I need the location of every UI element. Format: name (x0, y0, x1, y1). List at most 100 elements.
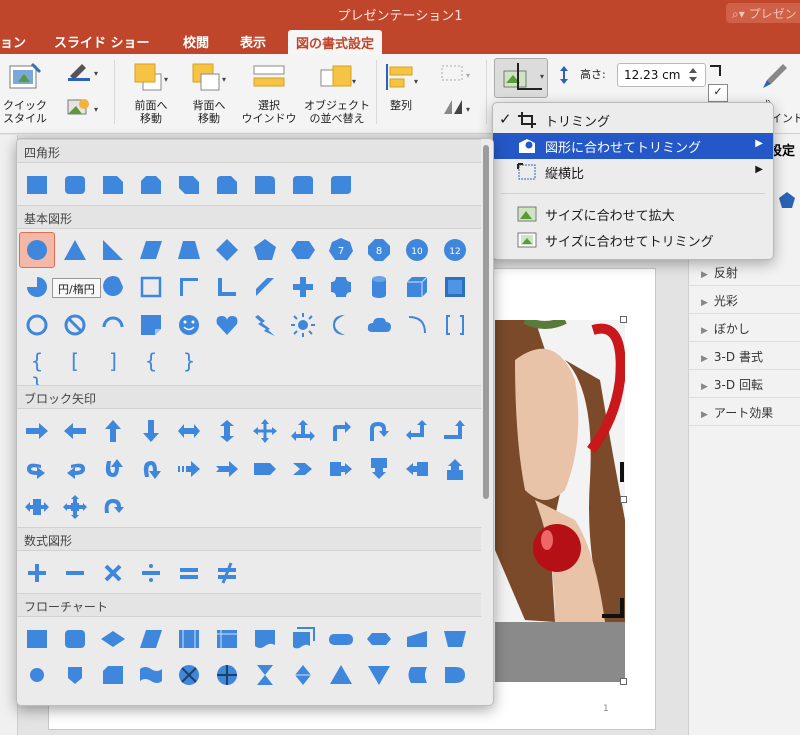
flowchart-alternate-process-shape-icon[interactable] (61, 625, 89, 653)
resize-handle[interactable] (620, 496, 627, 503)
heptagon-shape-icon[interactable]: 7 (327, 236, 355, 264)
selection-pane-button[interactable]: 選択 ウインドウ (238, 62, 300, 125)
flowchart-multidocument-shape-icon[interactable] (289, 625, 317, 653)
flowchart-predefined-process-shape-icon[interactable] (175, 625, 203, 653)
flowchart-document-shape-icon[interactable] (251, 625, 279, 653)
flowchart-manual-input-shape-icon[interactable] (403, 625, 431, 653)
border-color-button[interactable]: ▾ (62, 60, 102, 85)
flowchart-or-shape-icon[interactable] (213, 661, 241, 689)
crop-handle[interactable] (620, 462, 624, 482)
bent-up-arrow-shape-icon[interactable] (441, 417, 469, 445)
diamond-shape-icon[interactable] (213, 236, 241, 264)
right-arrow-shape-icon[interactable] (23, 417, 51, 445)
tab-slide-show[interactable]: スライド ショー (54, 32, 150, 51)
curved-left-arrow-shape-icon[interactable] (61, 455, 89, 483)
trapezoid-shape-icon[interactable] (175, 236, 203, 264)
plus-shape-icon[interactable] (289, 273, 317, 301)
flowchart-manual-operation-shape-icon[interactable] (441, 625, 469, 653)
sun-shape-icon[interactable] (289, 311, 317, 339)
flowchart-preparation-shape-icon[interactable] (365, 625, 393, 653)
parallelogram-shape-icon[interactable] (137, 236, 165, 264)
left-arrow-callout-shape-icon[interactable] (403, 455, 431, 483)
chord-shape-icon[interactable] (99, 273, 127, 301)
pentagon-effects-icon[interactable] (777, 190, 797, 210)
math-equal-shape-icon[interactable] (175, 559, 203, 587)
can-shape-icon[interactable] (365, 273, 393, 301)
tab-view[interactable]: 表示 (240, 32, 266, 51)
left-bracket-shape-icon[interactable]: [ (61, 349, 89, 377)
quad-arrow-shape-icon[interactable] (251, 417, 279, 445)
align-button[interactable]: ▾ 整列 (380, 62, 422, 112)
pentagon-shape-icon[interactable] (251, 236, 279, 264)
quad-arrow-callout-shape-icon[interactable] (61, 493, 89, 521)
snip-corner-rectangle-shape-icon[interactable] (99, 171, 127, 199)
gallery-scrollbar[interactable] (483, 145, 489, 499)
left-brace-shape-icon[interactable]: { (137, 349, 165, 377)
resize-handle[interactable] (620, 316, 627, 323)
menu-item-crop[interactable]: ✓ トリミング (493, 107, 773, 133)
format-item-3d-format[interactable]: ▶ 3-D 書式 (689, 342, 800, 370)
hexagon-shape-icon[interactable] (289, 236, 317, 264)
flowchart-internal-storage-shape-icon[interactable] (213, 625, 241, 653)
down-arrow-shape-icon[interactable] (137, 417, 165, 445)
math-not-equal-shape-icon[interactable] (213, 559, 241, 587)
flowchart-decision-shape-icon[interactable] (99, 625, 127, 653)
flowchart-merge-shape-icon[interactable] (365, 661, 393, 689)
diagonal-stripe-shape-icon[interactable] (251, 273, 279, 301)
reorder-objects-button[interactable]: ▾ オブジェクト の並べ替え (300, 62, 374, 125)
rectangle-shape-icon[interactable] (23, 171, 51, 199)
right-bracket-shape-icon[interactable]: ] (99, 349, 127, 377)
selected-picture[interactable] (495, 320, 625, 682)
oval-shape-icon[interactable] (19, 232, 55, 268)
flowchart-data-shape-icon[interactable] (137, 625, 165, 653)
heart-shape-icon[interactable] (213, 311, 241, 339)
size-launcher-icon[interactable] (707, 64, 723, 81)
menu-item-fit[interactable]: サイズに合わせてトリミング (493, 227, 773, 253)
circular-arrow-shape-icon[interactable] (99, 493, 127, 521)
search-field[interactable]: ⌕▾ プレゼン (726, 3, 800, 23)
notched-right-arrow-shape-icon[interactable] (213, 455, 241, 483)
tab-review[interactable]: 校閲 (183, 32, 209, 51)
snip-diagonal-rectangle-shape-icon[interactable] (175, 171, 203, 199)
menu-item-fill[interactable]: サイズに合わせて拡大 (493, 201, 773, 227)
flowchart-terminator-shape-icon[interactable] (327, 625, 355, 653)
triangle-shape-icon[interactable] (61, 236, 89, 264)
round-diagonal-rectangle-shape-icon[interactable] (327, 171, 355, 199)
crop-corner-handle[interactable] (602, 598, 624, 618)
snip-same-side-rectangle-shape-icon[interactable] (137, 171, 165, 199)
bent-arrow-shape-icon[interactable] (327, 417, 355, 445)
flowchart-card-shape-icon[interactable] (99, 661, 127, 689)
l-shape-icon[interactable] (213, 273, 241, 301)
math-minus-shape-icon[interactable] (61, 559, 89, 587)
bevel-shape-icon[interactable] (441, 273, 469, 301)
decagon-shape-icon[interactable]: 10 (403, 236, 431, 264)
arc-shape-icon[interactable] (403, 311, 431, 339)
flowchart-offpage-connector-shape-icon[interactable] (61, 661, 89, 689)
frame-shape-icon[interactable] (137, 273, 165, 301)
flowchart-extract-shape-icon[interactable] (327, 661, 355, 689)
quick-style-button[interactable]: クイック スタイル (2, 62, 48, 125)
up-down-arrow-shape-icon[interactable] (213, 417, 241, 445)
picture-effects-button[interactable]: ▾ (62, 96, 102, 121)
curved-down-arrow-shape-icon[interactable] (137, 455, 165, 483)
folded-corner-shape-icon[interactable] (137, 311, 165, 339)
chevron-shape-icon[interactable] (289, 455, 317, 483)
down-arrow-callout-shape-icon[interactable] (365, 455, 393, 483)
left-right-arrow-shape-icon[interactable] (175, 417, 203, 445)
smiley-face-shape-icon[interactable] (175, 311, 203, 339)
format-item-3d-rotation[interactable]: ▶ 3-D 回転 (689, 370, 800, 398)
right-arrow-callout-shape-icon[interactable] (327, 455, 355, 483)
send-backward-button[interactable]: ▾ 背面へ 移動 (182, 62, 236, 125)
round-single-corner-rectangle-shape-icon[interactable] (251, 171, 279, 199)
bring-forward-button[interactable]: ▾ 前面へ 移動 (124, 62, 178, 125)
double-bracket-shape-icon[interactable] (441, 311, 469, 339)
left-right-arrow-callout-shape-icon[interactable] (23, 493, 51, 521)
flowchart-collate-shape-icon[interactable] (251, 661, 279, 689)
half-frame-shape-icon[interactable] (175, 273, 203, 301)
flowchart-delay-shape-icon[interactable] (441, 661, 469, 689)
flowchart-summing-junction-shape-icon[interactable] (175, 661, 203, 689)
menu-item-aspect-ratio[interactable]: 縦横比 ▶ (493, 159, 773, 185)
flowchart-punched-tape-shape-icon[interactable] (137, 661, 165, 689)
up-arrow-callout-shape-icon[interactable] (441, 455, 469, 483)
up-arrow-shape-icon[interactable] (99, 417, 127, 445)
